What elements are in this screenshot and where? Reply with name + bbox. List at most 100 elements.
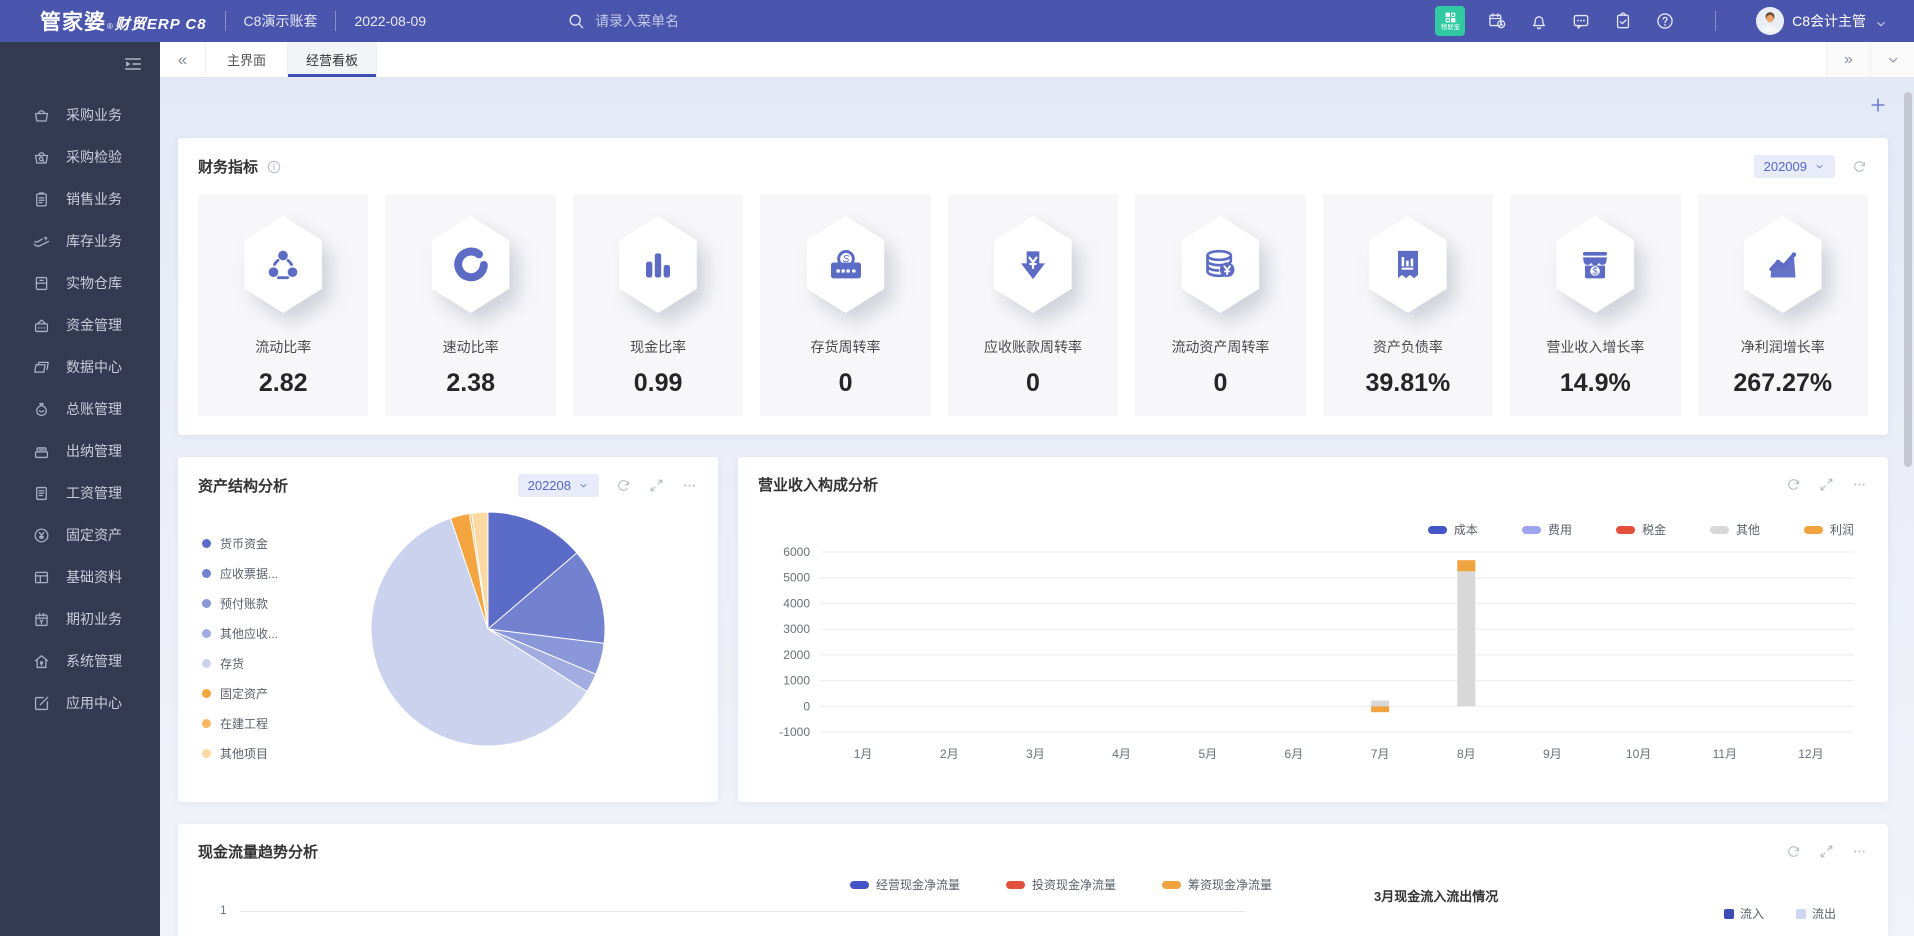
sidebar-item-sales[interactable]: 销售业务 (0, 178, 160, 220)
legend-item[interactable]: 筹资现金净流量 (1162, 876, 1272, 893)
legend-item[interactable]: 固定资产 (202, 685, 278, 702)
legend-marker-icon (1804, 526, 1823, 534)
menu-search-input[interactable]: 请录入菜单名 (566, 11, 679, 31)
page-scrollbar[interactable] (1904, 92, 1912, 467)
financial-indicators-title: 财务指标 (198, 156, 258, 177)
sidebar-item-warehouse[interactable]: 实物仓库 (0, 262, 160, 304)
sidebar-item-label: 销售业务 (66, 189, 122, 209)
legend-item[interactable]: 税金 (1616, 521, 1666, 538)
refresh-icon[interactable] (1851, 158, 1868, 175)
tab-home[interactable]: 主界面 (206, 42, 288, 77)
sidebar-item-label: 采购业务 (66, 105, 122, 125)
legend-label: 税金 (1642, 521, 1666, 538)
sidebar-item-data-center[interactable]: 数据中心 (0, 346, 160, 388)
task-clipboard-icon[interactable] (1613, 11, 1633, 31)
chevron-down-icon (1814, 161, 1825, 172)
yen-circle-icon (32, 526, 51, 545)
arrow-down-yen-icon (1013, 245, 1053, 285)
refresh-icon[interactable] (1785, 476, 1802, 493)
sidebar-collapse-icon[interactable] (122, 53, 144, 75)
user-menu[interactable]: C8会计主管 (1756, 7, 1888, 35)
expand-icon[interactable] (648, 477, 665, 494)
indicator-tile[interactable]: 流动资产周转率 0 (1135, 194, 1305, 416)
sidebar-item-opening[interactable]: 期初业务 (0, 598, 160, 640)
bar-segment[interactable] (1371, 706, 1389, 712)
more-icon[interactable] (1851, 476, 1868, 493)
sidebar-item-funds[interactable]: 资金管理 (0, 304, 160, 346)
indicator-tile[interactable]: 流动比率 2.82 (198, 194, 368, 416)
legend-item[interactable]: 存货 (202, 655, 278, 672)
sidebar-item-label: 数据中心 (66, 357, 122, 377)
sidebar-item-general-ledger[interactable]: 总账管理 (0, 388, 160, 430)
legend-item[interactable]: 其他 (1710, 521, 1760, 538)
sidebar-item-inventory[interactable]: 库存业务 (0, 220, 160, 262)
cabinet-icon (32, 274, 51, 293)
legend-item[interactable]: 其他项目 (202, 745, 278, 762)
legend-item[interactable]: 货币资金 (202, 535, 278, 552)
sidebar-item-app-center[interactable]: 应用中心 (0, 682, 160, 724)
indicator-tile[interactable]: 资产负债率 39.81% (1323, 194, 1493, 416)
sidebar-item-purchase-inspection[interactable]: 采购检验 (0, 136, 160, 178)
sidebar-item-payroll[interactable]: 工资管理 (0, 472, 160, 514)
indicator-tile[interactable]: 速动比率 2.38 (385, 194, 555, 416)
indicator-label: 流动比率 (255, 337, 311, 357)
expand-icon[interactable] (1818, 476, 1835, 493)
info-icon[interactable] (266, 159, 282, 175)
help-icon[interactable] (1655, 11, 1675, 31)
legend-item[interactable]: 经营现金净流量 (850, 876, 960, 893)
refresh-icon[interactable] (615, 477, 632, 494)
more-icon[interactable] (1851, 843, 1868, 860)
tab-list-dropdown-button[interactable] (1870, 42, 1914, 77)
legend-item[interactable]: 应收票据... (202, 565, 278, 582)
sidebar-item-system[interactable]: 系统管理 (0, 640, 160, 682)
bar-segment[interactable] (1457, 571, 1475, 706)
legend-item[interactable]: 预付账款 (202, 595, 278, 612)
sidebar-item-fixed-assets[interactable]: 固定资产 (0, 514, 160, 556)
sidebar-item-cashier[interactable]: 出纳管理 (0, 430, 160, 472)
add-widget-button[interactable] (1868, 95, 1888, 115)
sidebar-item-label: 基础资料 (66, 567, 122, 587)
business-date[interactable]: 2022-08-09 (354, 13, 426, 29)
legend-item[interactable]: 成本 (1428, 521, 1478, 538)
svg-text:8月: 8月 (1457, 747, 1476, 761)
indicator-tile[interactable]: $ 营业收入增长率 14.9% (1510, 194, 1680, 416)
bar-segment[interactable] (1371, 701, 1389, 707)
sidebar-item-purchase[interactable]: 采购业务 (0, 94, 160, 136)
legend-item[interactable]: 费用 (1522, 521, 1572, 538)
legend-item[interactable]: 投资现金净流量 (1006, 876, 1116, 893)
legend-item[interactable]: 利润 (1804, 521, 1854, 538)
asset-period-select[interactable]: 202208 (518, 474, 599, 497)
sidebar-item-base-data[interactable]: 基础资料 (0, 556, 160, 598)
legend-label: 货币资金 (220, 535, 268, 552)
message-icon[interactable] (1571, 11, 1591, 31)
svg-text:5000: 5000 (783, 571, 810, 585)
tab-scroll-right-button[interactable]: » (1826, 42, 1870, 77)
notification-bell-icon[interactable] (1529, 11, 1549, 31)
divider (1715, 11, 1716, 31)
inflow-outflow-legend: 流入 流出 (1724, 905, 1836, 922)
calendar-clock-icon[interactable] (1487, 11, 1507, 31)
bar-segment[interactable] (1457, 560, 1475, 571)
account-set-label[interactable]: C8演示账套 (244, 11, 318, 31)
indicator-tile[interactable]: 应收账款周转率 0 (948, 194, 1118, 416)
refresh-icon[interactable] (1785, 843, 1802, 860)
svg-text:7月: 7月 (1371, 747, 1390, 761)
legend-item[interactable]: 其他应收... (202, 625, 278, 642)
sidebar-menu: 采购业务采购检验销售业务库存业务实物仓库资金管理数据中心总账管理出纳管理工资管理… (0, 94, 160, 724)
legend-dot-icon (202, 629, 211, 638)
indicator-tile[interactable]: 现金比率 0.99 (573, 194, 743, 416)
indicator-tile[interactable]: 净利润增长率 267.27% (1698, 194, 1868, 416)
legend-item[interactable]: 流入 (1724, 905, 1764, 922)
legend-item[interactable]: 流出 (1796, 905, 1836, 922)
avatar (1756, 7, 1784, 35)
tab-dashboard[interactable]: 经营看板 (288, 42, 377, 77)
indicator-tile[interactable]: S 存货周转率 0 (760, 194, 930, 416)
wulianbao-app-button[interactable]: 物联宝 (1435, 6, 1465, 36)
more-icon[interactable] (681, 477, 698, 494)
tab-scroll-left-button[interactable]: « (160, 42, 206, 77)
expand-icon[interactable] (1818, 843, 1835, 860)
svg-text:$: $ (1593, 266, 1599, 277)
revenue-composition-card: 营业收入构成分析 成本 费用 税金 其他 利润 -100001000200030… (738, 457, 1888, 802)
indicators-period-select[interactable]: 202009 (1754, 155, 1835, 178)
legend-item[interactable]: 在建工程 (202, 715, 278, 732)
